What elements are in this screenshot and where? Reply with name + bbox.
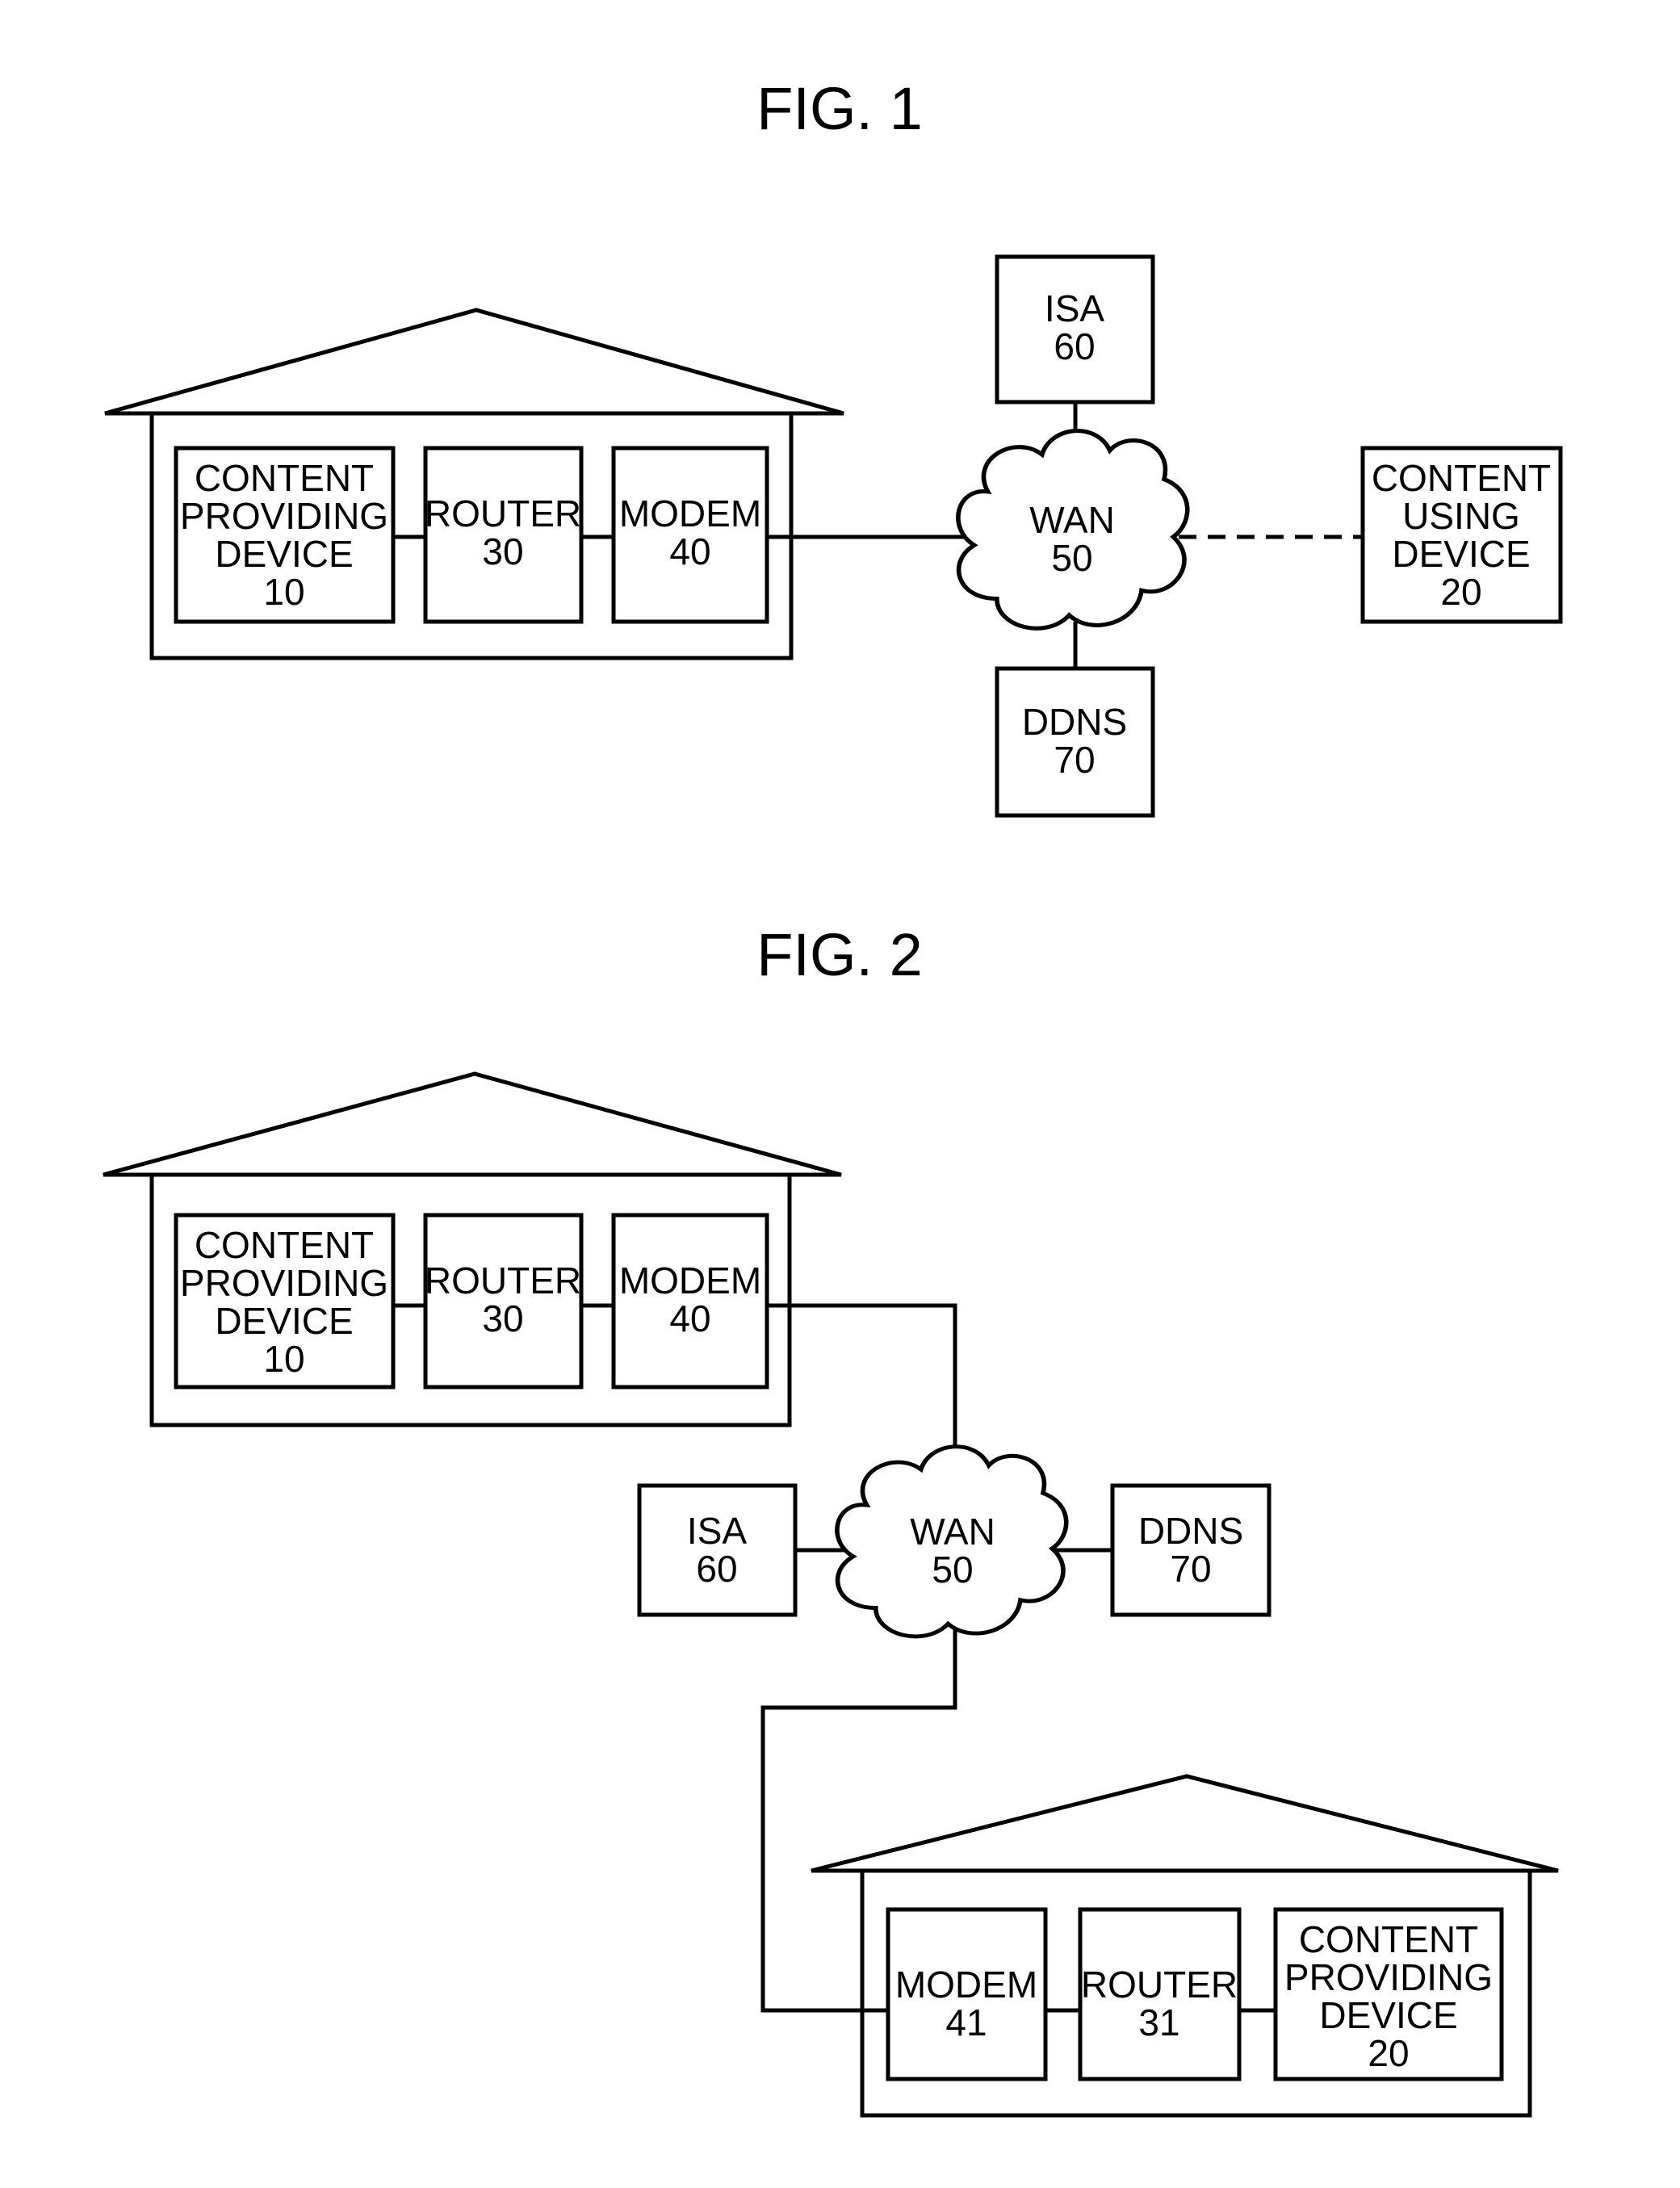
fig2-house-b-roof [811,1774,1559,1873]
label-line: ROUTER [1081,1964,1238,2006]
label-line: 40 [669,1297,710,1339]
fig1-wan-50-cloud: WAN 50 [958,431,1188,629]
fig2-router-30: ROUTER 30 [423,1213,584,1390]
label-line: WAN [1029,499,1115,541]
label-line: 20 [1440,571,1481,613]
label-line: DEVICE [1319,1994,1457,2036]
fig2-ddns-70: DDNS 70 [1110,1483,1272,1617]
label-line: ROUTER [425,1260,581,1301]
label-line: CONTENT [1299,1918,1478,1960]
figure-2-title: FIG. 2 [756,921,923,988]
label-line: DDNS [1138,1510,1243,1552]
fig1-modem-40: MODEM 40 [611,446,769,624]
label-line: CONTENT [1372,457,1551,499]
fig2-link-modem40-wan [767,1303,957,1465]
figure-1-title: FIG. 1 [756,75,923,142]
label-line: 60 [1054,325,1095,367]
label-line: 70 [1054,739,1095,781]
fig2-content-providing-device-20: CONTENT PROVIDING DEVICE 20 [1273,1907,1504,2081]
label-line: DDNS [1022,701,1127,743]
label-line: PROVIDING [1284,1956,1493,1998]
figure-1: FIG. 1 CONTENT PROVIDING DEVICE 10 ROUTE… [104,75,1563,818]
fig2-house-a-roof [103,1071,842,1177]
label-line: WAN [910,1511,995,1553]
label-line: ISA [687,1510,747,1552]
fig2-wan-50-cloud: WAN 50 [837,1447,1066,1637]
label-line: MODEM [619,493,761,534]
fig1-house-roof [104,308,844,416]
label-line: PROVIDING [180,495,388,537]
fig1-content-using-device-20: CONTENT USING DEVICE 20 [1360,446,1563,624]
label-line: DEVICE [215,1300,353,1342]
label-line: 31 [1138,2001,1179,2043]
label-line: 10 [263,1338,304,1380]
patent-drawing: FIG. 1 CONTENT PROVIDING DEVICE 10 ROUTE… [103,75,1563,2118]
label-line: DEVICE [215,533,353,575]
label-line: 41 [945,2001,987,2043]
label-line: ISA [1045,287,1104,329]
label-line: 30 [482,1297,523,1339]
label-line: 20 [1368,2032,1409,2074]
fig2-modem-40: MODEM 40 [611,1213,769,1390]
label-line: MODEM [895,1964,1037,2006]
label-line: DEVICE [1392,533,1530,575]
label-line: 50 [932,1549,973,1591]
fig2-content-providing-device-10: CONTENT PROVIDING DEVICE 10 [174,1213,396,1390]
label-line: 30 [482,530,523,572]
label-line: 10 [263,571,304,613]
label-line: USING [1402,495,1520,537]
label-line: PROVIDING [180,1262,388,1304]
label-line: ROUTER [425,493,581,534]
label-line: MODEM [619,1260,761,1301]
fig2-isa-60: ISA 60 [637,1483,798,1617]
label-line: CONTENT [195,1224,374,1266]
label-line: 50 [1051,537,1092,579]
fig1-ddns-70: DDNS 70 [995,666,1155,818]
label-line: 60 [696,1548,737,1590]
fig2-router-31: ROUTER 31 [1078,1907,1242,2081]
fig1-isa-60: ISA 60 [995,254,1155,404]
label-line: 40 [669,530,710,572]
figure-2: FIG. 2 CONTENT PROVIDING DEVICE 10 ROUTE… [103,921,1559,2118]
fig1-content-providing-device-10: CONTENT PROVIDING DEVICE 10 [174,446,396,624]
fig1-router-30: ROUTER 30 [423,446,584,624]
label-line: CONTENT [195,457,374,499]
label-line: 70 [1170,1548,1211,1590]
fig2-modem-41: MODEM 41 [886,1907,1048,2081]
